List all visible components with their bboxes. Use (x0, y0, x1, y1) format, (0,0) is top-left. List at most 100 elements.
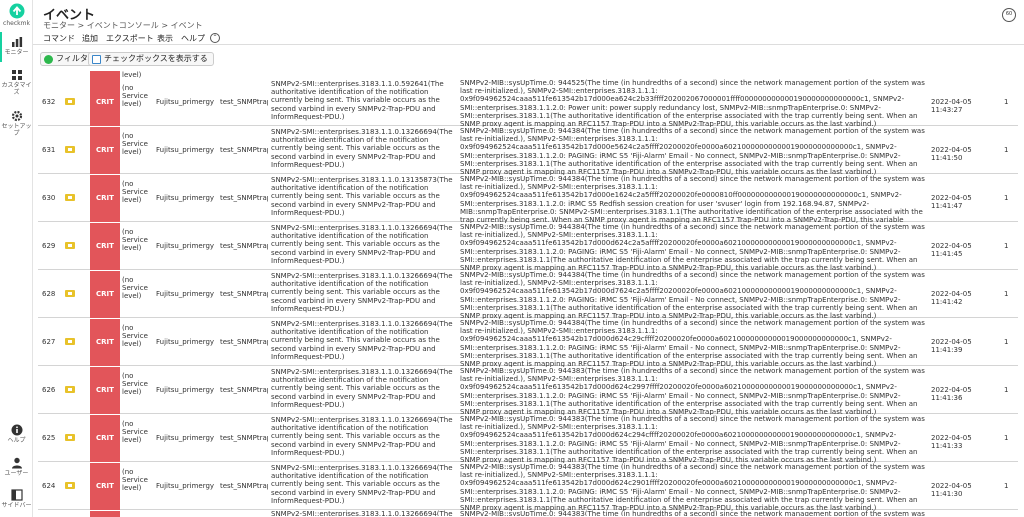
sidebar-item-label: セットアップ (1, 123, 32, 137)
host-name[interactable]: Fujitsu_primergy (156, 434, 218, 442)
host-name[interactable]: Fujitsu_primergy (156, 242, 218, 250)
event-text: SNMPv2-MIB::sysUpTime.0: 944384(The time… (460, 271, 925, 321)
event-count: 1 (1004, 338, 1009, 346)
event-time: 2022-04-05 11:41:39 (931, 338, 972, 355)
sidebar-item-setup[interactable]: セットアップ (0, 110, 33, 137)
menu-display[interactable]: 表示 (157, 33, 173, 44)
show-checkboxes-label: チェックボックスを表示する (104, 54, 208, 63)
event-icon[interactable] (65, 338, 75, 345)
event-id[interactable]: 628 (42, 290, 62, 298)
menu-help[interactable]: ヘルプ (181, 33, 205, 44)
event-id[interactable]: 625 (42, 434, 62, 442)
sidebar-item-monitor[interactable]: モニター (0, 36, 33, 56)
host-name[interactable]: Fujitsu_primergy (156, 338, 218, 346)
event-icon[interactable] (65, 434, 75, 441)
host-name[interactable]: Fujitsu_primergy (156, 146, 218, 154)
event-id[interactable]: 630 (42, 194, 62, 202)
user-icon (11, 457, 22, 469)
info-icon (11, 424, 22, 436)
state-badge: CRIT (90, 79, 120, 126)
event-count: 1 (1004, 290, 1009, 298)
sidebar-item-label: ユーザー (4, 470, 29, 477)
sidebar-item-help[interactable]: ヘルプ (0, 424, 33, 444)
checkmk-logo[interactable]: checkmk (0, 3, 33, 27)
checkbox-icon (92, 55, 101, 64)
table-row[interactable]: 625 CRIT (no Service level) Fujitsu_primerg… (38, 415, 1018, 465)
state-badge: CRIT (90, 415, 120, 462)
host-name[interactable]: Fujitsu_primergy (156, 386, 218, 394)
service-level: (no Service level) (122, 420, 148, 445)
service-level: (no Service level) (122, 372, 148, 397)
event-id[interactable]: 624 (42, 482, 62, 490)
event-id[interactable]: 627 (42, 338, 62, 346)
event-time: 2022-04-05 11:41:33 (931, 434, 972, 451)
service-level: (no Service level) (122, 132, 148, 157)
brand-label: checkmk (3, 20, 30, 27)
refresh-counter[interactable]: 60 (1002, 8, 1016, 22)
event-text: SNMPv2-MIB::sysUpTime.0: 944384(The time… (460, 319, 925, 369)
event-text: SNMPv2-MIB::sysUpTime.0: 944525(The time… (460, 79, 925, 129)
filter-button[interactable]: フィルタ (40, 52, 94, 66)
event-id[interactable]: 632 (42, 98, 62, 106)
event-message: SNMPv2-SMI::enterprises.3183.1.1.0.13266… (271, 416, 453, 457)
table-row[interactable]: 630 CRIT (no Service level) Fujitsu_primerg… (38, 175, 1018, 232)
filter-icon (44, 55, 53, 64)
table-row[interactable]: 631 CRIT (no Service level) Fujitsu_primerg… (38, 127, 1018, 177)
host-name[interactable]: Fujitsu_primergy (156, 98, 218, 106)
state-cell-fragment (90, 511, 120, 517)
table-row[interactable]: 624 CRIT (no Service level) Fujitsu_primerg… (38, 463, 1018, 512)
menu-commands[interactable]: コマンド (43, 33, 75, 44)
breadcrumb[interactable]: モニター > イベントコンソール > イベント (43, 20, 203, 31)
host-name[interactable]: Fujitsu_primergy (156, 482, 218, 490)
service-level: (no Service level) (122, 180, 148, 205)
event-id[interactable]: 631 (42, 146, 62, 154)
show-checkboxes-button[interactable]: チェックボックスを表示する (88, 52, 214, 66)
application-name: test_SNMPtrap (220, 434, 268, 442)
sidebar-icon (10, 489, 23, 501)
state-badge: CRIT (90, 127, 120, 174)
event-count: 1 (1004, 434, 1009, 442)
application-name: test_SNMPtrap (220, 242, 268, 250)
app-window: checkmk モニター カスタマイズ セットアップ ヘルプ ユーザー サイドバ… (0, 0, 1024, 517)
page-header: イベント モニター > イベントコンソール > イベント 60 (33, 0, 1024, 32)
text-fragment: SNMPv2-MIB::sysUpTime.0: 944383(The time… (460, 510, 925, 516)
sidebar-item-customize[interactable]: カスタマイズ (0, 69, 33, 96)
host-name[interactable]: Fujitsu_primergy (156, 290, 218, 298)
state-badge: CRIT (90, 367, 120, 414)
event-icon[interactable] (65, 242, 75, 249)
event-id[interactable]: 629 (42, 242, 62, 250)
host-name[interactable]: Fujitsu_primergy (156, 194, 218, 202)
event-time: 2022-04-05 11:41:47 (931, 194, 972, 211)
event-icon[interactable] (65, 290, 75, 297)
event-icon[interactable] (65, 482, 75, 489)
event-id[interactable]: 626 (42, 386, 62, 394)
event-icon[interactable] (65, 194, 75, 201)
event-message: SNMPv2-SMI::enterprises.3183.1.1.0.13266… (271, 368, 453, 409)
sidebar-item-user[interactable]: ユーザー (0, 457, 33, 477)
application-name: test_SNMPtrap (220, 194, 268, 202)
event-text: SNMPv2-MIB::sysUpTime.0: 944383(The time… (460, 415, 925, 465)
menu-collapse-icon[interactable]: ⌃ (210, 33, 220, 43)
event-time: 2022-04-05 11:43:27 (931, 98, 972, 115)
table-row[interactable]: 629 CRIT (no Service level) Fujitsu_primerg… (38, 223, 1018, 272)
event-time: 2022-04-05 11:41:36 (931, 386, 972, 403)
table-row[interactable]: 632 CRIT (no Service level) Fujitsu_primerg… (38, 79, 1018, 129)
sidebar-item-sidebar[interactable]: サイドバー (0, 489, 33, 509)
event-text: SNMPv2-MIB::sysUpTime.0: 944384(The time… (460, 127, 925, 177)
table-row[interactable]: 628 CRIT (no Service level) Fujitsu_primerg… (38, 271, 1018, 321)
table-row-fragment: SNMPv2-SMI::enterprises.3183.1.1.0.13266… (38, 510, 1018, 517)
menu-add[interactable]: 追加 (82, 33, 98, 44)
event-message: SNMPv2-SMI::enterprises.3183.1.1.0.13266… (271, 464, 453, 505)
event-count: 1 (1004, 98, 1009, 106)
event-text: SNMPv2-MIB::sysUpTime.0: 944383(The time… (460, 367, 925, 417)
application-name: test_SNMPtrap (220, 482, 268, 490)
event-icon[interactable] (65, 146, 75, 153)
event-icon[interactable] (65, 98, 75, 105)
event-icon[interactable] (65, 386, 75, 393)
menu-export[interactable]: エクスポート (106, 33, 154, 44)
event-count: 1 (1004, 146, 1009, 154)
table-row[interactable]: 626 CRIT (no Service level) Fujitsu_primerg… (38, 367, 1018, 417)
sidebar-item-label: カスタマイズ (1, 82, 32, 96)
state-badge: CRIT (90, 463, 120, 510)
table-row[interactable]: 627 CRIT (no Service level) Fujitsu_primerg… (38, 319, 1018, 369)
